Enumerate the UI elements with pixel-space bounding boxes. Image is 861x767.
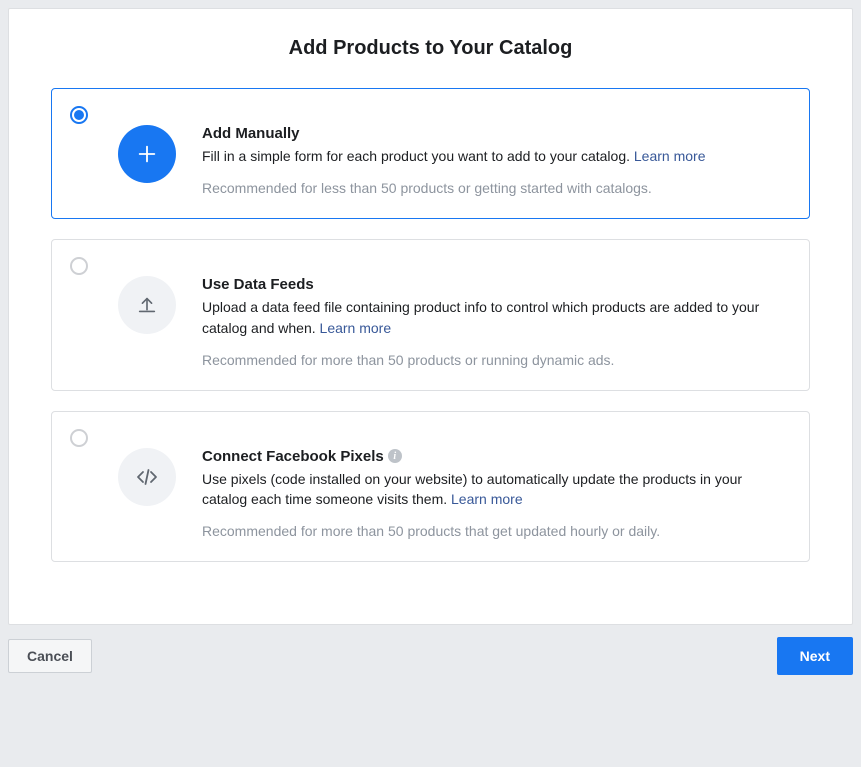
icon-wrap	[92, 254, 202, 334]
icon-wrap	[92, 426, 202, 506]
footer: Cancel Next	[8, 637, 853, 675]
option-description: Fill in a simple form for each product y…	[202, 146, 791, 166]
cancel-button[interactable]: Cancel	[8, 639, 92, 673]
option-recommended: Recommended for less than 50 products or…	[202, 180, 791, 196]
option-recommended: Recommended for more than 50 products or…	[202, 352, 791, 368]
main-card: Add Products to Your Catalog Add Manuall…	[8, 8, 853, 625]
option-desc-text: Fill in a simple form for each product y…	[202, 148, 634, 164]
radio-add-manually[interactable]	[70, 106, 88, 124]
option-title-text: Use Data Feeds	[202, 276, 314, 293]
option-body: Add Manually Fill in a simple form for e…	[202, 103, 791, 196]
radio-wrap	[70, 103, 92, 124]
option-title: Use Data Feeds	[202, 276, 791, 293]
radio-wrap	[70, 426, 92, 447]
learn-more-link[interactable]: Learn more	[634, 148, 706, 164]
code-icon	[118, 448, 176, 506]
upload-icon	[118, 276, 176, 334]
option-recommended: Recommended for more than 50 products th…	[202, 523, 791, 539]
icon-wrap	[92, 103, 202, 183]
option-facebook-pixels[interactable]: Connect Facebook Pixels i Use pixels (co…	[51, 411, 810, 563]
next-button[interactable]: Next	[777, 637, 853, 675]
option-title: Add Manually	[202, 125, 791, 142]
option-body: Use Data Feeds Upload a data feed file c…	[202, 254, 791, 368]
option-description: Upload a data feed file containing produ…	[202, 297, 791, 338]
option-title-text: Connect Facebook Pixels	[202, 448, 384, 465]
option-description: Use pixels (code installed on your websi…	[202, 469, 791, 510]
option-title-text: Add Manually	[202, 125, 300, 142]
learn-more-link[interactable]: Learn more	[451, 491, 523, 507]
option-data-feeds[interactable]: Use Data Feeds Upload a data feed file c…	[51, 239, 810, 391]
learn-more-link[interactable]: Learn more	[320, 320, 392, 336]
plus-icon	[118, 125, 176, 183]
radio-facebook-pixels[interactable]	[70, 429, 88, 447]
option-add-manually[interactable]: Add Manually Fill in a simple form for e…	[51, 88, 810, 219]
radio-wrap	[70, 254, 92, 275]
info-icon[interactable]: i	[388, 449, 402, 463]
page-title: Add Products to Your Catalog	[51, 37, 810, 60]
radio-data-feeds[interactable]	[70, 257, 88, 275]
option-body: Connect Facebook Pixels i Use pixels (co…	[202, 426, 791, 540]
option-desc-text: Upload a data feed file containing produ…	[202, 299, 759, 335]
option-title: Connect Facebook Pixels i	[202, 448, 791, 465]
